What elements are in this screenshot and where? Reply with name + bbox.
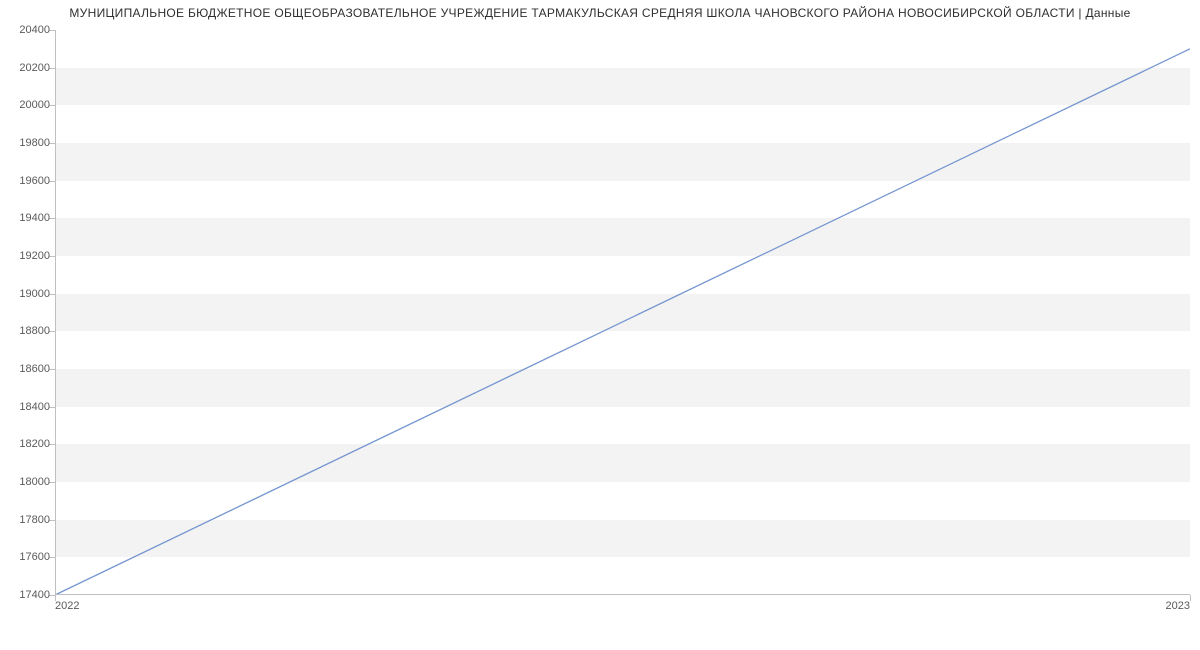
y-tick-label: 19800: [5, 137, 50, 149]
plot-area: [55, 30, 1190, 595]
chart-container: МУНИЦИПАЛЬНОЕ БЮДЖЕТНОЕ ОБЩЕОБРАЗОВАТЕЛЬ…: [0, 0, 1200, 650]
y-tick-label: 17800: [5, 514, 50, 526]
x-axis-line: [55, 594, 1190, 595]
y-tick-label: 20200: [5, 62, 50, 74]
y-tick-label: 18600: [5, 363, 50, 375]
y-axis-line: [55, 30, 56, 595]
chart-title: МУНИЦИПАЛЬНОЕ БЮДЖЕТНОЕ ОБЩЕОБРАЗОВАТЕЛЬ…: [0, 6, 1200, 20]
y-tick-label: 18200: [5, 438, 50, 450]
y-tick-label: 20000: [5, 99, 50, 111]
x-tick: [1190, 595, 1191, 601]
y-tick-label: 19400: [5, 212, 50, 224]
x-tick-label: 2023: [1166, 600, 1190, 612]
y-tick-label: 20400: [5, 24, 50, 36]
y-tick-label: 17600: [5, 551, 50, 563]
y-tick-label: 18400: [5, 401, 50, 413]
data-line: [55, 49, 1190, 595]
y-tick-label: 19600: [5, 175, 50, 187]
y-tick-label: 19200: [5, 250, 50, 262]
y-tick-label: 17400: [5, 589, 50, 601]
line-series: [55, 30, 1190, 595]
y-tick-label: 18000: [5, 476, 50, 488]
y-tick-label: 18800: [5, 325, 50, 337]
x-tick-label: 2022: [55, 600, 79, 612]
y-tick-label: 19000: [5, 288, 50, 300]
